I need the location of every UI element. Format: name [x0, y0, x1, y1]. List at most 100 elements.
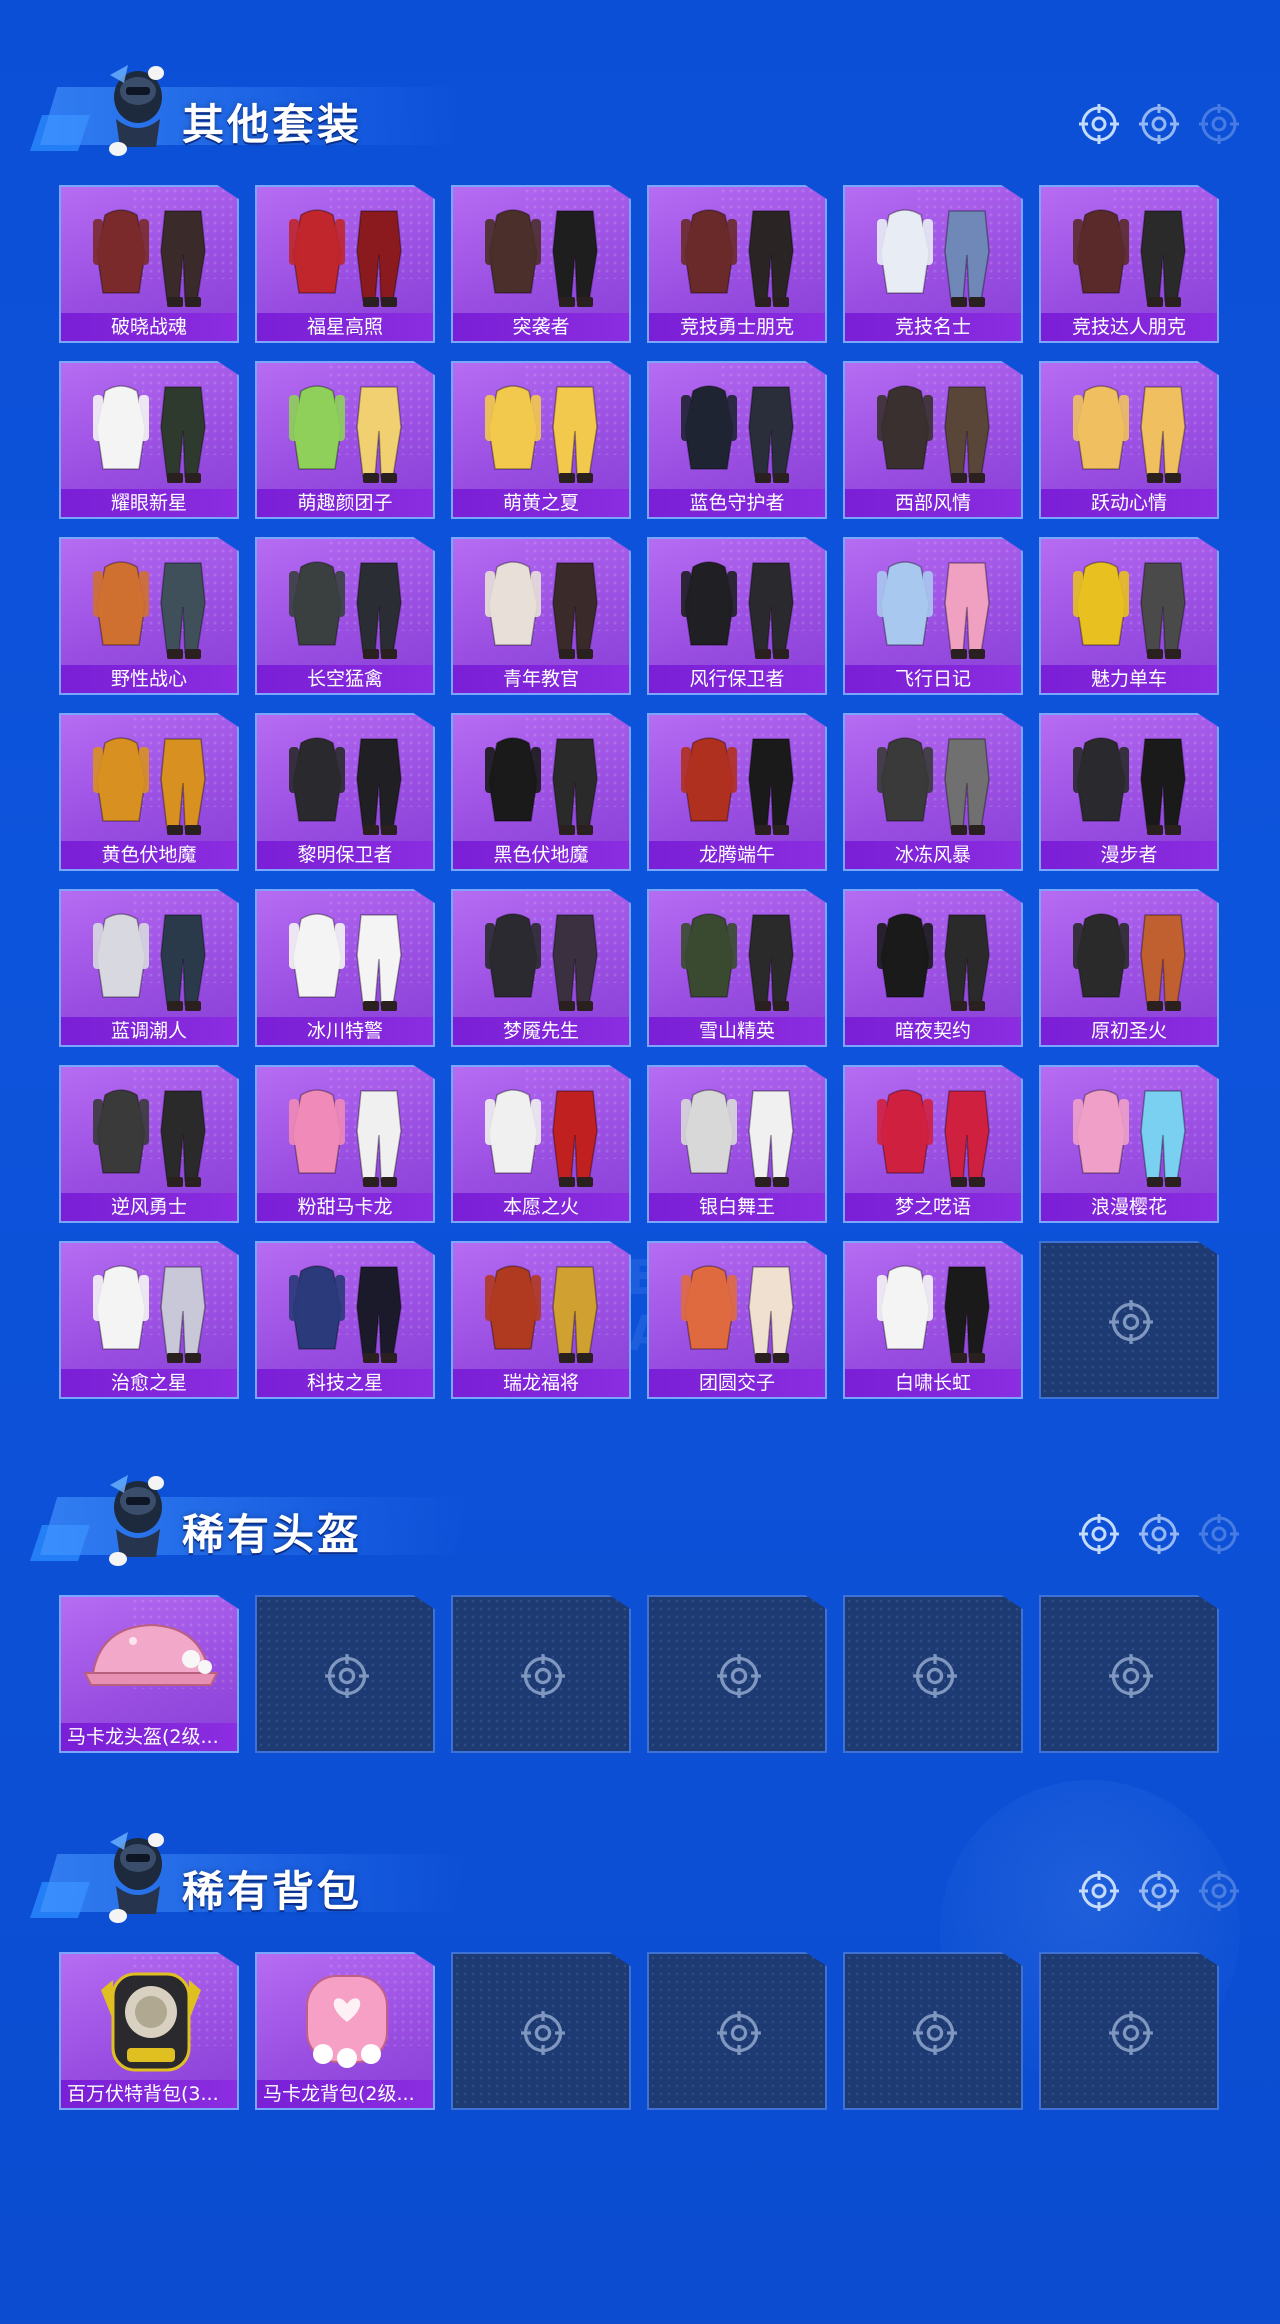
item-card[interactable]: 耀眼新星	[59, 361, 239, 519]
item-card[interactable]: 雪山精英	[647, 889, 827, 1047]
outfit-icon	[855, 1249, 1015, 1367]
item-label: 团圆交子	[649, 1369, 825, 1397]
empty-slot-icon	[716, 1653, 762, 1699]
outfit-icon	[267, 369, 427, 487]
item-label: 萌趣颜团子	[257, 489, 433, 517]
item-card[interactable]: 黎明保卫者	[255, 713, 435, 871]
item-card[interactable]: 破晓战魂	[59, 185, 239, 343]
item-card[interactable]: 跃动心情	[1039, 361, 1219, 519]
item-card[interactable]: 黄色伏地魔	[59, 713, 239, 871]
item-card[interactable]: 漫步者	[1039, 713, 1219, 871]
item-card[interactable]: 竞技名士	[843, 185, 1023, 343]
mascot-icon	[100, 55, 170, 165]
item-label: 马卡龙背包(2级...	[257, 2080, 433, 2108]
item-card[interactable]: 长空猛禽	[255, 537, 435, 695]
empty-slot	[255, 1595, 435, 1753]
item-card[interactable]: 风行保卫者	[647, 537, 827, 695]
item-label: 冰冻风暴	[845, 841, 1021, 869]
outfit-icon	[659, 1249, 819, 1367]
outfit-icon	[855, 721, 1015, 839]
outfit-icon	[1051, 721, 1211, 839]
item-card[interactable]: 冰冻风暴	[843, 713, 1023, 871]
outfit-icon	[463, 545, 623, 663]
item-card[interactable]: 野性战心	[59, 537, 239, 695]
item-label: 风行保卫者	[649, 665, 825, 693]
empty-slot	[1039, 1595, 1219, 1753]
item-card[interactable]: 西部风情	[843, 361, 1023, 519]
crosshair-group	[1078, 103, 1240, 145]
item-card[interactable]: 粉甜马卡龙	[255, 1065, 435, 1223]
crosshair-icon	[1198, 103, 1240, 145]
item-label: 蓝调潮人	[61, 1017, 237, 1045]
empty-slot-icon	[716, 2010, 762, 2056]
item-card[interactable]: 银白舞王	[647, 1065, 827, 1223]
outfit-icon	[1051, 369, 1211, 487]
item-card[interactable]: 梦之呓语	[843, 1065, 1023, 1223]
crosshair-group	[1078, 1870, 1240, 1912]
item-card[interactable]: 马卡龙头盔(2级...	[59, 1595, 239, 1753]
outfit-icon	[267, 1073, 427, 1191]
item-label: 青年教官	[453, 665, 629, 693]
outfit-icon	[71, 1249, 231, 1367]
item-card[interactable]: 黑色伏地魔	[451, 713, 631, 871]
item-card[interactable]: 治愈之星	[59, 1241, 239, 1399]
item-label: 本愿之火	[453, 1193, 629, 1221]
item-card[interactable]: 团圆交子	[647, 1241, 827, 1399]
item-label: 银白舞王	[649, 1193, 825, 1221]
item-card[interactable]: 萌黄之夏	[451, 361, 631, 519]
empty-slot-icon	[1108, 2010, 1154, 2056]
item-card[interactable]: 飞行日记	[843, 537, 1023, 695]
item-card[interactable]: 青年教官	[451, 537, 631, 695]
item-label: 飞行日记	[845, 665, 1021, 693]
item-card[interactable]: 暗夜契约	[843, 889, 1023, 1047]
outfit-icon	[267, 1249, 427, 1367]
item-card[interactable]: 魅力单车	[1039, 537, 1219, 695]
crosshair-icon	[1198, 1513, 1240, 1555]
empty-slot-icon	[520, 1653, 566, 1699]
item-card[interactable]: 竞技达人朋克	[1039, 185, 1219, 343]
empty-slot-icon	[324, 1653, 370, 1699]
section-header: 其他套装	[30, 55, 1270, 165]
item-card[interactable]: 百万伏特背包(3...	[59, 1952, 239, 2110]
crosshair-icon	[1078, 103, 1120, 145]
item-card[interactable]: 竞技勇士朋克	[647, 185, 827, 343]
item-label: 逆风勇士	[61, 1193, 237, 1221]
item-label: 浪漫樱花	[1041, 1193, 1217, 1221]
outfit-icon	[855, 897, 1015, 1015]
crosshair-group	[1078, 1513, 1240, 1555]
section-0: 其他套装 破晓战魂 福星高照 突袭者 竞技勇士朋克 竞技名士 竞技达人朋克 耀眼…	[0, 55, 1280, 1417]
item-card[interactable]: 白啸长虹	[843, 1241, 1023, 1399]
outfit-icon	[71, 1073, 231, 1191]
item-card[interactable]: 瑞龙福将	[451, 1241, 631, 1399]
item-card[interactable]: 蓝色守护者	[647, 361, 827, 519]
outfit-icon	[71, 897, 231, 1015]
item-label: 野性战心	[61, 665, 237, 693]
item-label: 漫步者	[1041, 841, 1217, 869]
item-card[interactable]: 龙腾端午	[647, 713, 827, 871]
item-card[interactable]: 科技之星	[255, 1241, 435, 1399]
item-card[interactable]: 萌趣颜团子	[255, 361, 435, 519]
item-label: 竞技名士	[845, 313, 1021, 341]
item-card[interactable]: 原初圣火	[1039, 889, 1219, 1047]
section-2: 稀有背包 百万伏特背包(3... 马卡龙背包(2级...	[0, 1822, 1280, 2128]
item-card[interactable]: 浪漫樱花	[1039, 1065, 1219, 1223]
crosshair-icon	[1138, 103, 1180, 145]
item-card[interactable]: 梦魇先生	[451, 889, 631, 1047]
item-card[interactable]: 福星高照	[255, 185, 435, 343]
outfit-icon	[1051, 545, 1211, 663]
item-card[interactable]: 马卡龙背包(2级...	[255, 1952, 435, 2110]
outfit-icon	[855, 545, 1015, 663]
item-card[interactable]: 突袭者	[451, 185, 631, 343]
item-card[interactable]: 冰川特警	[255, 889, 435, 1047]
outfit-icon	[463, 1249, 623, 1367]
crosshair-icon	[1198, 1870, 1240, 1912]
outfit-icon	[1051, 193, 1211, 311]
outfit-icon	[855, 1073, 1015, 1191]
item-card[interactable]: 本愿之火	[451, 1065, 631, 1223]
item-card[interactable]: 蓝调潮人	[59, 889, 239, 1047]
item-label: 西部风情	[845, 489, 1021, 517]
empty-slot	[451, 1952, 631, 2110]
item-card[interactable]: 逆风勇士	[59, 1065, 239, 1223]
outfit-icon	[659, 1073, 819, 1191]
item-label: 梦魇先生	[453, 1017, 629, 1045]
